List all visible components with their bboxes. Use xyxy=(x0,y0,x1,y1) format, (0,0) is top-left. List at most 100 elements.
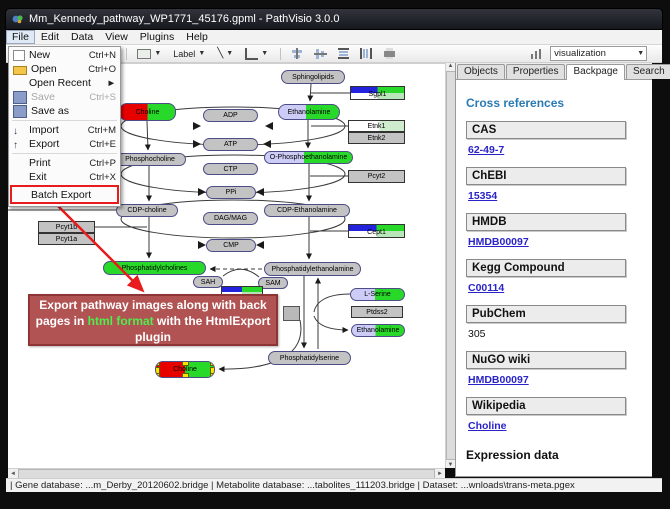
node-label: CDP-Ethanolamine xyxy=(277,207,337,214)
visualization-options-button[interactable] xyxy=(527,46,546,61)
chevron-down-icon[interactable]: ▼ xyxy=(224,50,235,57)
node-cmp[interactable]: CMP xyxy=(206,239,256,252)
visualization-combobox[interactable]: visualization ▼ xyxy=(550,46,647,61)
node-box[interactable] xyxy=(283,306,300,321)
menubar-item-data[interactable]: Data xyxy=(65,30,99,44)
menubar-item-view[interactable]: View xyxy=(99,30,134,44)
menu-item-export[interactable]: ExportCtrl+E xyxy=(10,137,119,151)
node-pcyt1a[interactable]: Pcyt1a xyxy=(38,233,95,245)
node-sgpl1[interactable]: Sgpl1 xyxy=(350,86,405,100)
node-ethanolamine[interactable]: Ethanolamine xyxy=(351,324,405,337)
node-phosphatidylethanolamine[interactable]: Phosphatidylethanolamine xyxy=(264,262,361,276)
node-sphingolipids[interactable]: Sphingolipids xyxy=(281,70,345,84)
scroll-down-icon[interactable]: ▼ xyxy=(448,462,454,468)
scrollbar-thumb[interactable] xyxy=(18,469,435,479)
node-choline[interactable]: Choline xyxy=(155,361,215,378)
node-cept1[interactable]: Cept1 xyxy=(348,224,405,238)
canvas-horizontal-scrollbar[interactable]: ◄► xyxy=(8,468,445,478)
tab-properties[interactable]: Properties xyxy=(506,64,566,79)
menu-item-open-recent[interactable]: Open Recent► xyxy=(10,76,119,90)
node-choline[interactable]: Choline xyxy=(119,103,176,121)
menu-item-label: Batch Export xyxy=(31,189,110,201)
line-tool-button[interactable]: ╲ ▼ xyxy=(214,46,238,61)
distribute-vertical-button[interactable] xyxy=(334,46,353,61)
distribute-horizontal-button[interactable] xyxy=(357,46,376,61)
node-phosphatidylserine[interactable]: Phosphatidylserine xyxy=(268,351,351,365)
node-sah[interactable]: SAH xyxy=(193,276,223,288)
menu-item-shortcut: Ctrl+P xyxy=(89,158,116,169)
node-pcyt2[interactable]: Pcyt2 xyxy=(348,170,405,183)
node-ctp[interactable]: CTP xyxy=(203,163,258,175)
menu-item-spacer xyxy=(15,189,27,200)
crossref-value-row: 15354 xyxy=(468,190,652,202)
crossref-link[interactable]: 62-49-7 xyxy=(468,144,504,156)
menu-item-label: Print xyxy=(29,157,85,169)
menubar-item-plugins[interactable]: Plugins xyxy=(134,30,180,44)
node-adp[interactable]: ADP xyxy=(203,109,258,122)
chevron-down-icon[interactable]: ▼ xyxy=(152,50,163,57)
backpage-content[interactable]: Cross references CAS62-49-7ChEBI15354HMD… xyxy=(456,80,652,476)
menu-item-save-as[interactable]: Save as xyxy=(10,104,119,118)
menu-item-import[interactable]: ImportCtrl+M xyxy=(10,123,119,137)
selection-handle[interactable] xyxy=(155,361,160,366)
scroll-up-icon[interactable]: ▲ xyxy=(448,63,454,69)
tab-search[interactable]: Search xyxy=(626,64,670,79)
align-center-button[interactable] xyxy=(288,46,307,61)
node-o-phosphoethanolamine[interactable]: O-Phosphoethanolamine xyxy=(264,151,353,164)
menu-item-shortcut: Ctrl+E xyxy=(89,139,116,150)
menu-item-label: Open Recent xyxy=(29,77,103,89)
align-middle-button[interactable] xyxy=(311,46,330,61)
menu-item-spacer xyxy=(13,78,25,89)
connector-tool-button[interactable]: ▼ xyxy=(242,46,273,62)
print-button[interactable] xyxy=(380,46,399,61)
visualization-value: visualization xyxy=(554,48,606,59)
menubar-item-file[interactable]: File xyxy=(6,30,35,44)
chevron-down-icon[interactable]: ▼ xyxy=(259,50,270,57)
chevron-down-icon[interactable]: ▼ xyxy=(635,50,646,57)
node-label: Choline xyxy=(173,366,197,373)
window-title: Mm_Kennedy_pathway_WP1771_45176.gpml - P… xyxy=(29,13,339,25)
node-pcyt1b[interactable]: Pcyt1b xyxy=(38,221,95,233)
selection-handle[interactable] xyxy=(155,373,160,378)
node-ethanolamine[interactable]: Ethanolamine xyxy=(278,104,340,120)
tab-objects[interactable]: Objects xyxy=(457,64,505,79)
crossref-link[interactable]: HMDB00097 xyxy=(468,374,529,386)
node-phosphocholine[interactable]: Phosphocholine xyxy=(114,153,186,166)
menu-item-exit[interactable]: ExitCtrl+X xyxy=(10,170,119,184)
gene-tool-button[interactable]: ▼ xyxy=(134,47,166,61)
selection-handle[interactable] xyxy=(182,361,189,366)
scroll-left-icon[interactable]: ◄ xyxy=(8,471,16,477)
crossref-section-cas: CAS 62-49-7 xyxy=(466,121,652,156)
node-ptdss2[interactable]: Ptdss2 xyxy=(351,306,403,318)
node-cdp-ethanolamine[interactable]: CDP-Ethanolamine xyxy=(264,204,350,217)
scrollbar-thumb[interactable] xyxy=(446,71,456,460)
menubar-item-help[interactable]: Help xyxy=(180,30,214,44)
node-etnk2[interactable]: Etnk2 xyxy=(348,132,405,144)
crossref-link[interactable]: HMDB00097 xyxy=(468,236,529,248)
chevron-down-icon[interactable]: ▼ xyxy=(196,50,207,57)
scroll-right-icon[interactable]: ► xyxy=(437,471,445,477)
node-ppi[interactable]: PPi xyxy=(206,186,256,199)
menu-item-save[interactable]: SaveCtrl+S xyxy=(10,90,119,104)
menu-item-new[interactable]: NewCtrl+N xyxy=(10,48,119,62)
crossref-header: CAS xyxy=(466,121,626,139)
crossref-link[interactable]: Choline xyxy=(468,420,507,432)
crossref-link[interactable]: C00114 xyxy=(468,282,504,294)
node-phosphatidylcholines[interactable]: Phosphatidylcholines xyxy=(103,261,206,275)
node-dag-mag[interactable]: DAG/MAG xyxy=(203,212,258,225)
menu-item-print[interactable]: Print Ctrl+P xyxy=(10,156,119,170)
menu-item-open[interactable]: OpenCtrl+O xyxy=(10,62,119,76)
tab-backpage[interactable]: Backpage xyxy=(566,64,624,80)
node-atp[interactable]: ATP xyxy=(203,138,258,151)
node-cdp-choline[interactable]: CDP-choline xyxy=(116,204,178,217)
selection-handle[interactable] xyxy=(210,373,215,378)
menu-item-batch-export[interactable]: Batch Export xyxy=(10,185,119,204)
menubar-item-edit[interactable]: Edit xyxy=(35,30,65,44)
node-l-serine[interactable]: L-Serine xyxy=(350,288,405,301)
selection-handle[interactable] xyxy=(182,373,189,378)
node-etnk1[interactable]: Etnk1 xyxy=(348,120,405,132)
canvas-vertical-scrollbar[interactable]: ▲▼ xyxy=(445,63,455,468)
selection-handle[interactable] xyxy=(210,361,215,366)
label-tool-button[interactable]: Label ▼ xyxy=(170,47,210,61)
crossref-link[interactable]: 15354 xyxy=(468,190,497,202)
